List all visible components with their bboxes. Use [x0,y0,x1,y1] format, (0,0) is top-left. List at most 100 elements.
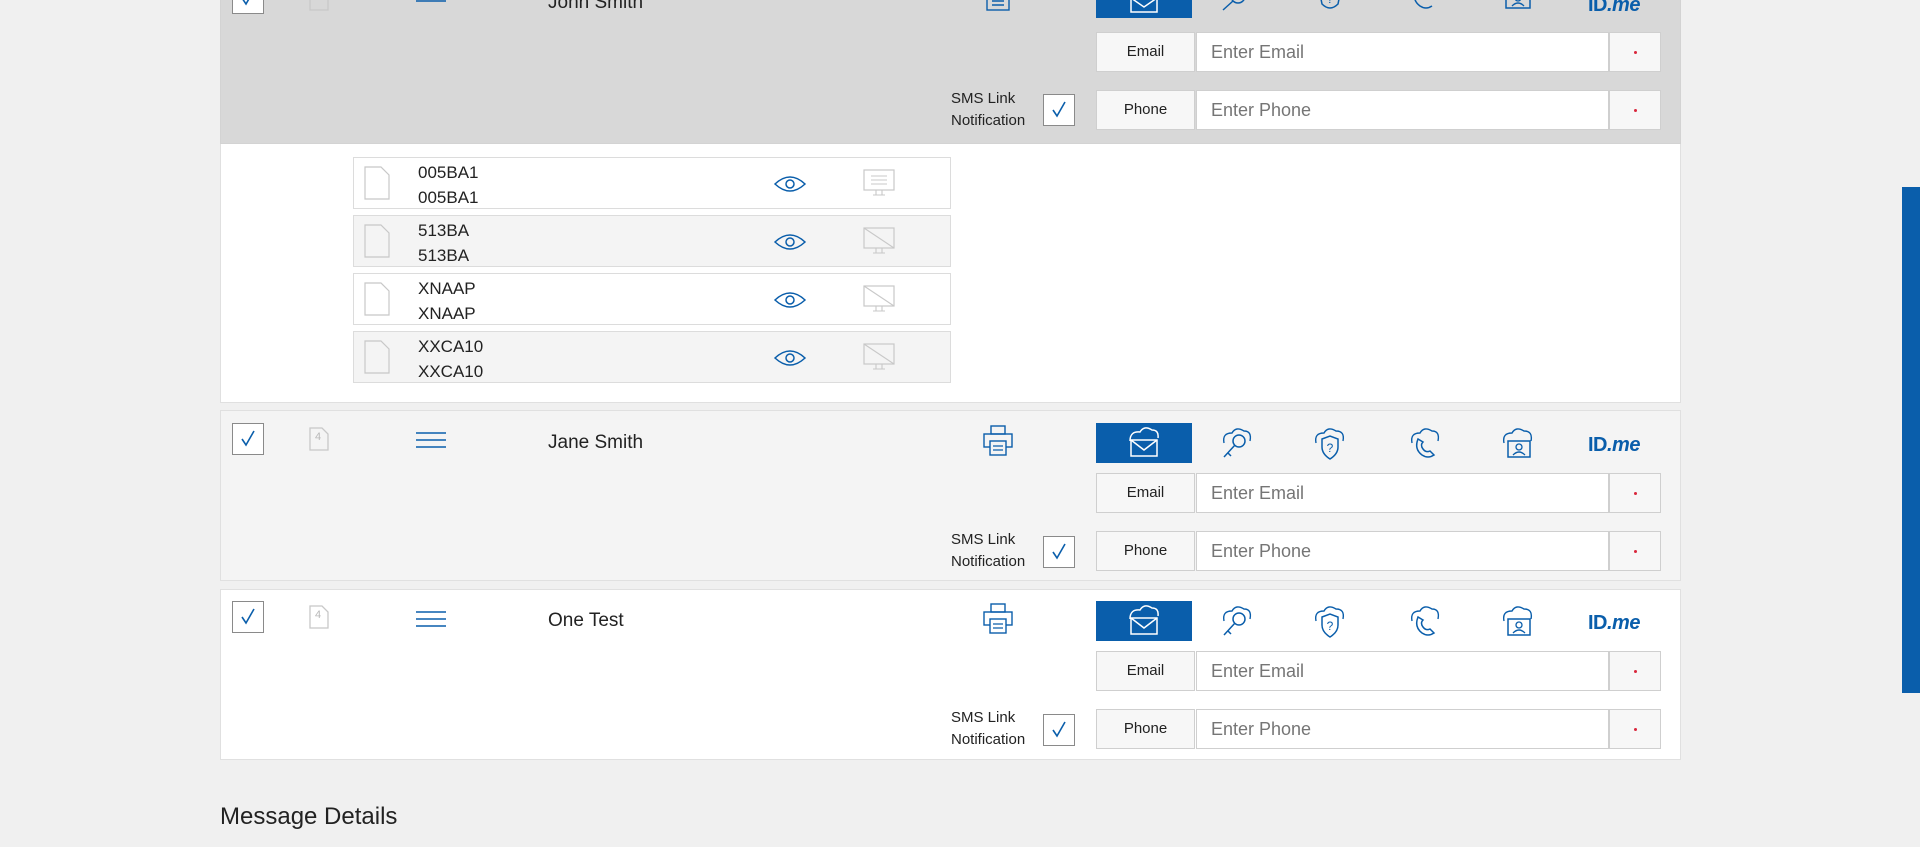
email-field[interactable] [1196,32,1609,72]
idme-logo[interactable]: ID.me [1588,434,1640,457]
document-count-icon [306,0,332,14]
signer-select-checkbox[interactable] [232,0,264,14]
document-icon [364,340,390,374]
required-indicator [1609,531,1661,571]
menu-icon[interactable] [416,0,446,12]
sms-notification-checkbox[interactable] [1043,536,1075,568]
svg-text:?: ? [1327,441,1334,455]
required-indicator [1609,709,1661,749]
phone-field[interactable] [1196,709,1609,749]
monitor-disabled-icon[interactable] [862,284,896,314]
print-icon[interactable] [982,603,1014,635]
id-card-cloud-icon[interactable] [1500,605,1536,639]
document-name: XNAAP [418,304,476,323]
signer-name: Jane Smith [548,432,644,453]
checkmark-icon [241,608,255,625]
required-indicator [1609,473,1661,513]
envelope-cloud-icon [1130,0,1158,13]
document-icon [364,224,390,258]
document-code: 005BA1 [418,163,479,182]
sms-link-notification-label: SMS Link Notification [951,529,1025,573]
document-count: 4 [315,609,322,621]
document-count-icon: 4 [306,424,332,454]
document-code: XNAAP [418,279,476,298]
phone-field[interactable] [1196,90,1609,130]
menu-icon[interactable] [416,611,446,631]
eye-icon[interactable] [773,174,807,194]
document-code: XXCA10 [418,337,484,356]
question-shield-icon[interactable]: ? [1312,0,1348,20]
document-row: 513BA 513BA [353,215,951,267]
message-details-heading: Message Details [220,803,398,830]
idme-logo-text: ID [1588,0,1608,16]
email-method-selected[interactable] [1096,423,1192,463]
email-label: Email [1096,32,1195,72]
document-count-icon: 4 [306,602,332,632]
checkmark-icon [241,430,255,447]
idme-logo[interactable]: ID.me [1588,0,1640,17]
signer-name: One Test [548,610,624,631]
question-shield-icon[interactable]: ? [1312,427,1348,461]
signer-select-checkbox[interactable] [232,423,264,455]
monitor-icon[interactable] [862,168,896,198]
vertical-scrollbar-thumb[interactable] [1902,187,1920,693]
phone-field[interactable] [1196,531,1609,571]
document-name: 513BA [418,246,470,265]
sms-label-line1: SMS Link [951,709,1016,726]
idme-logo-text: ID [1588,434,1608,456]
sms-label-line2: Notification [951,731,1026,748]
required-indicator [1609,32,1661,72]
phone-label: Phone [1096,90,1195,130]
document-row: 005BA1 005BA1 [353,157,951,209]
required-indicator [1609,651,1661,691]
phone-cloud-icon[interactable] [1406,427,1442,461]
key-cloud-icon[interactable] [1218,605,1254,639]
document-count: 4 [315,431,322,443]
signer-name: John Smith [548,0,644,13]
checkmark-icon [1052,101,1066,118]
key-cloud-icon[interactable] [1218,427,1254,461]
document-name: 005BA1 [418,188,479,207]
sms-label-line2: Notification [951,112,1026,129]
checkmark-icon [1052,543,1066,560]
email-field[interactable] [1196,651,1609,691]
eye-icon[interactable] [773,232,807,252]
idme-logo[interactable]: ID.me [1588,612,1640,635]
document-icon [364,166,390,200]
question-shield-icon[interactable]: ? [1312,605,1348,639]
document-name: XXCA10 [418,362,484,381]
email-method-selected[interactable] [1096,601,1192,641]
id-card-cloud-icon[interactable] [1500,427,1536,461]
document-row: XNAAP XNAAP [353,273,951,325]
phone-label: Phone [1096,531,1195,571]
sms-link-notification-label: SMS Link Notification [951,707,1025,751]
envelope-cloud-icon [1129,427,1159,457]
email-method-selected[interactable] [1096,0,1192,18]
sms-notification-checkbox[interactable] [1043,94,1075,126]
idme-logo-text: ID [1588,612,1608,634]
signer-select-checkbox[interactable] [232,601,264,633]
required-indicator [1609,90,1661,130]
menu-icon[interactable] [416,432,446,452]
phone-cloud-icon[interactable] [1406,605,1442,639]
svg-text:?: ? [1327,619,1334,633]
checkmark-icon [1052,721,1066,738]
key-cloud-icon[interactable] [1218,0,1252,20]
phone-label: Phone [1096,709,1195,749]
print-icon[interactable] [982,0,1014,16]
id-card-cloud-icon[interactable] [1500,0,1536,20]
document-code: 513BA [418,221,470,240]
sms-label-line1: SMS Link [951,90,1016,107]
monitor-disabled-icon[interactable] [862,226,896,256]
phone-cloud-icon[interactable] [1406,0,1442,20]
eye-icon[interactable] [773,290,807,310]
sms-link-notification-label: SMS Link Notification [951,88,1025,132]
email-field[interactable] [1196,473,1609,513]
envelope-cloud-icon [1129,605,1159,635]
eye-icon[interactable] [773,348,807,368]
monitor-disabled-icon[interactable] [862,342,896,372]
print-icon[interactable] [982,425,1014,457]
sms-label-line2: Notification [951,553,1026,570]
email-label: Email [1096,473,1195,513]
sms-notification-checkbox[interactable] [1043,714,1075,746]
